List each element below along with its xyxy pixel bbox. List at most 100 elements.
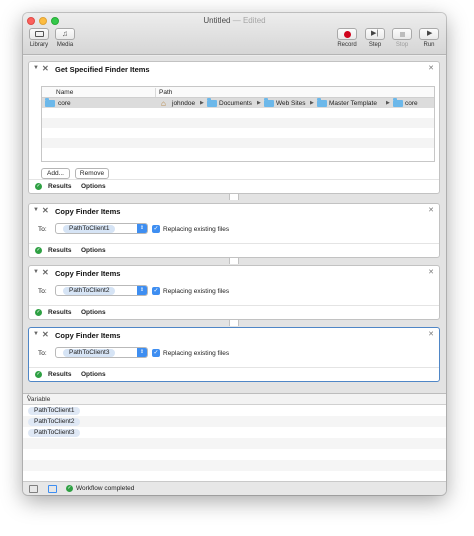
status-text: Workflow completed <box>76 485 135 492</box>
variable-view-icon[interactable] <box>48 485 57 493</box>
media-label: Media <box>56 42 74 48</box>
path-crumb: Documents <box>219 100 252 107</box>
table-row-empty <box>42 138 434 148</box>
action-title: Copy Finder Items <box>55 207 121 216</box>
step-button[interactable]: ▶| Step <box>364 28 386 48</box>
status-bar: ✓ Workflow completed <box>23 481 446 495</box>
column-header-path[interactable]: Path <box>159 89 172 96</box>
action-get-specified-finder-items[interactable]: ▼ ✕ Get Specified Finder Items ✕ Name Pa… <box>28 61 440 194</box>
remove-button[interactable]: Remove <box>75 168 109 179</box>
disclosure-triangle-icon[interactable]: ▼ <box>33 207 39 213</box>
variable-token[interactable]: PathToClient2 <box>28 417 81 426</box>
action-footer: ✓ Results Options <box>29 179 439 193</box>
action-copy-finder-items-1[interactable]: ▼ ✕ Copy Finder Items ✕ To: PathToClient… <box>28 203 440 258</box>
replacing-files-checkbox[interactable]: ✓ <box>152 287 160 295</box>
document-name: Untitled <box>203 16 231 25</box>
library-button[interactable]: Library <box>28 28 50 48</box>
remove-action-close-icon[interactable]: ✕ <box>428 330 434 338</box>
options-toggle[interactable]: Options <box>81 183 106 190</box>
folder-icon <box>317 98 327 107</box>
remove-action-close-icon[interactable]: ✕ <box>428 64 434 72</box>
options-toggle[interactable]: Options <box>81 371 106 378</box>
variable-row-empty <box>23 460 446 471</box>
results-toggle[interactable]: Results <box>48 183 71 190</box>
finder-action-icon: ✕ <box>42 64 49 73</box>
table-row[interactable]: core ⌂ johndoe ▶ Documents ▶ Web Sites ▶… <box>42 98 434 108</box>
disclosure-triangle-icon[interactable]: ▼ <box>33 331 39 337</box>
remove-action-close-icon[interactable]: ✕ <box>428 206 434 214</box>
disclosure-triangle-icon[interactable]: ▼ <box>33 65 39 71</box>
destination-popup[interactable]: PathToClient3 ⇕ <box>55 347 148 358</box>
results-toggle[interactable]: Results <box>48 371 71 378</box>
stop-icon <box>392 28 412 40</box>
action-connector <box>229 258 239 264</box>
path-crumb: johndoe <box>172 100 196 107</box>
folder-icon <box>264 98 274 107</box>
destination-popup[interactable]: PathToClient1 ⇕ <box>55 223 148 234</box>
automator-window: Untitled — Edited Library ♫ Media Record… <box>23 13 446 495</box>
destination-popup[interactable]: PathToClient2 ⇕ <box>55 285 148 296</box>
table-row-empty <box>42 128 434 138</box>
sort-chevron-icon[interactable]: ^ <box>27 395 442 401</box>
checkmark-icon: ✓ <box>66 485 73 492</box>
replacing-files-label: Replacing existing files <box>163 288 230 295</box>
step-label: Step <box>368 42 382 48</box>
disclosure-triangle-icon[interactable]: ▼ <box>33 269 39 275</box>
options-toggle[interactable]: Options <box>81 247 106 254</box>
results-toggle[interactable]: Results <box>48 309 71 316</box>
to-label: To: <box>38 226 47 233</box>
variable-row[interactable]: PathToClient2 <box>23 416 446 427</box>
action-footer: ✓ Results Options <box>29 367 439 381</box>
checkmark-icon: ✓ <box>35 309 42 316</box>
titlebar: Untitled — Edited Library ♫ Media Record… <box>23 13 446 55</box>
table-row-empty <box>42 118 434 128</box>
action-title: Copy Finder Items <box>55 331 121 340</box>
results-toggle[interactable]: Results <box>48 247 71 254</box>
variable-token[interactable]: PathToClient1 <box>28 406 81 415</box>
variable-row[interactable]: PathToClient3 <box>23 427 446 438</box>
table-header: Name Path <box>42 87 434 98</box>
variable-panel: Variable ^ PathToClient1 PathToClient2 P… <box>23 393 446 481</box>
replacing-files-checkbox[interactable]: ✓ <box>152 349 160 357</box>
destination-variable-token: PathToClient2 <box>63 287 116 295</box>
run-icon: ▶ <box>419 28 439 40</box>
path-separator-icon: ▶ <box>310 100 314 106</box>
record-button[interactable]: Record <box>336 28 358 48</box>
replacing-files-label: Replacing existing files <box>163 350 230 357</box>
finder-action-icon: ✕ <box>42 330 49 339</box>
file-list-table[interactable]: Name Path core ⌂ johndoe ▶ Documents ▶ W… <box>41 86 435 162</box>
variable-token[interactable]: PathToClient3 <box>28 428 81 437</box>
run-button[interactable]: ▶ Run <box>418 28 440 48</box>
replacing-files-checkbox[interactable]: ✓ <box>152 225 160 233</box>
column-header-name[interactable]: Name <box>56 89 73 96</box>
action-copy-finder-items-2[interactable]: ▼ ✕ Copy Finder Items ✕ To: PathToClient… <box>28 265 440 320</box>
variable-row[interactable]: PathToClient1 <box>23 405 446 416</box>
action-copy-finder-items-3[interactable]: ▼ ✕ Copy Finder Items ✕ To: PathToClient… <box>28 327 440 382</box>
remove-action-close-icon[interactable]: ✕ <box>428 268 434 276</box>
stop-button[interactable]: Stop <box>391 28 413 48</box>
popup-arrows-icon: ⇕ <box>137 224 147 233</box>
to-label: To: <box>38 350 47 357</box>
media-icon: ♫ <box>55 28 75 40</box>
row-name: core <box>58 100 71 107</box>
add-button[interactable]: Add... <box>41 168 70 179</box>
action-footer: ✓ Results Options <box>29 305 439 319</box>
folder-icon <box>45 98 55 107</box>
table-row-empty <box>42 108 434 118</box>
run-label: Run <box>423 42 435 48</box>
path-separator-icon: ▶ <box>386 100 390 106</box>
to-label: To: <box>38 288 47 295</box>
log-view-icon[interactable] <box>29 485 38 493</box>
options-toggle[interactable]: Options <box>81 309 106 316</box>
popup-arrows-icon: ⇕ <box>137 286 147 295</box>
replacing-files-label: Replacing existing files <box>163 226 230 233</box>
path-crumb: Web Sites <box>276 100 306 107</box>
action-header: ▼ ✕ Get Specified Finder Items ✕ <box>29 62 439 77</box>
media-button[interactable]: ♫ Media <box>54 28 76 48</box>
popup-arrows-icon: ⇕ <box>137 348 147 357</box>
action-connector <box>229 320 239 326</box>
variable-row-empty <box>23 449 446 460</box>
variable-column-header[interactable]: Variable ^ <box>23 394 446 405</box>
destination-variable-token: PathToClient1 <box>63 225 116 233</box>
path-crumb: core <box>405 100 418 107</box>
